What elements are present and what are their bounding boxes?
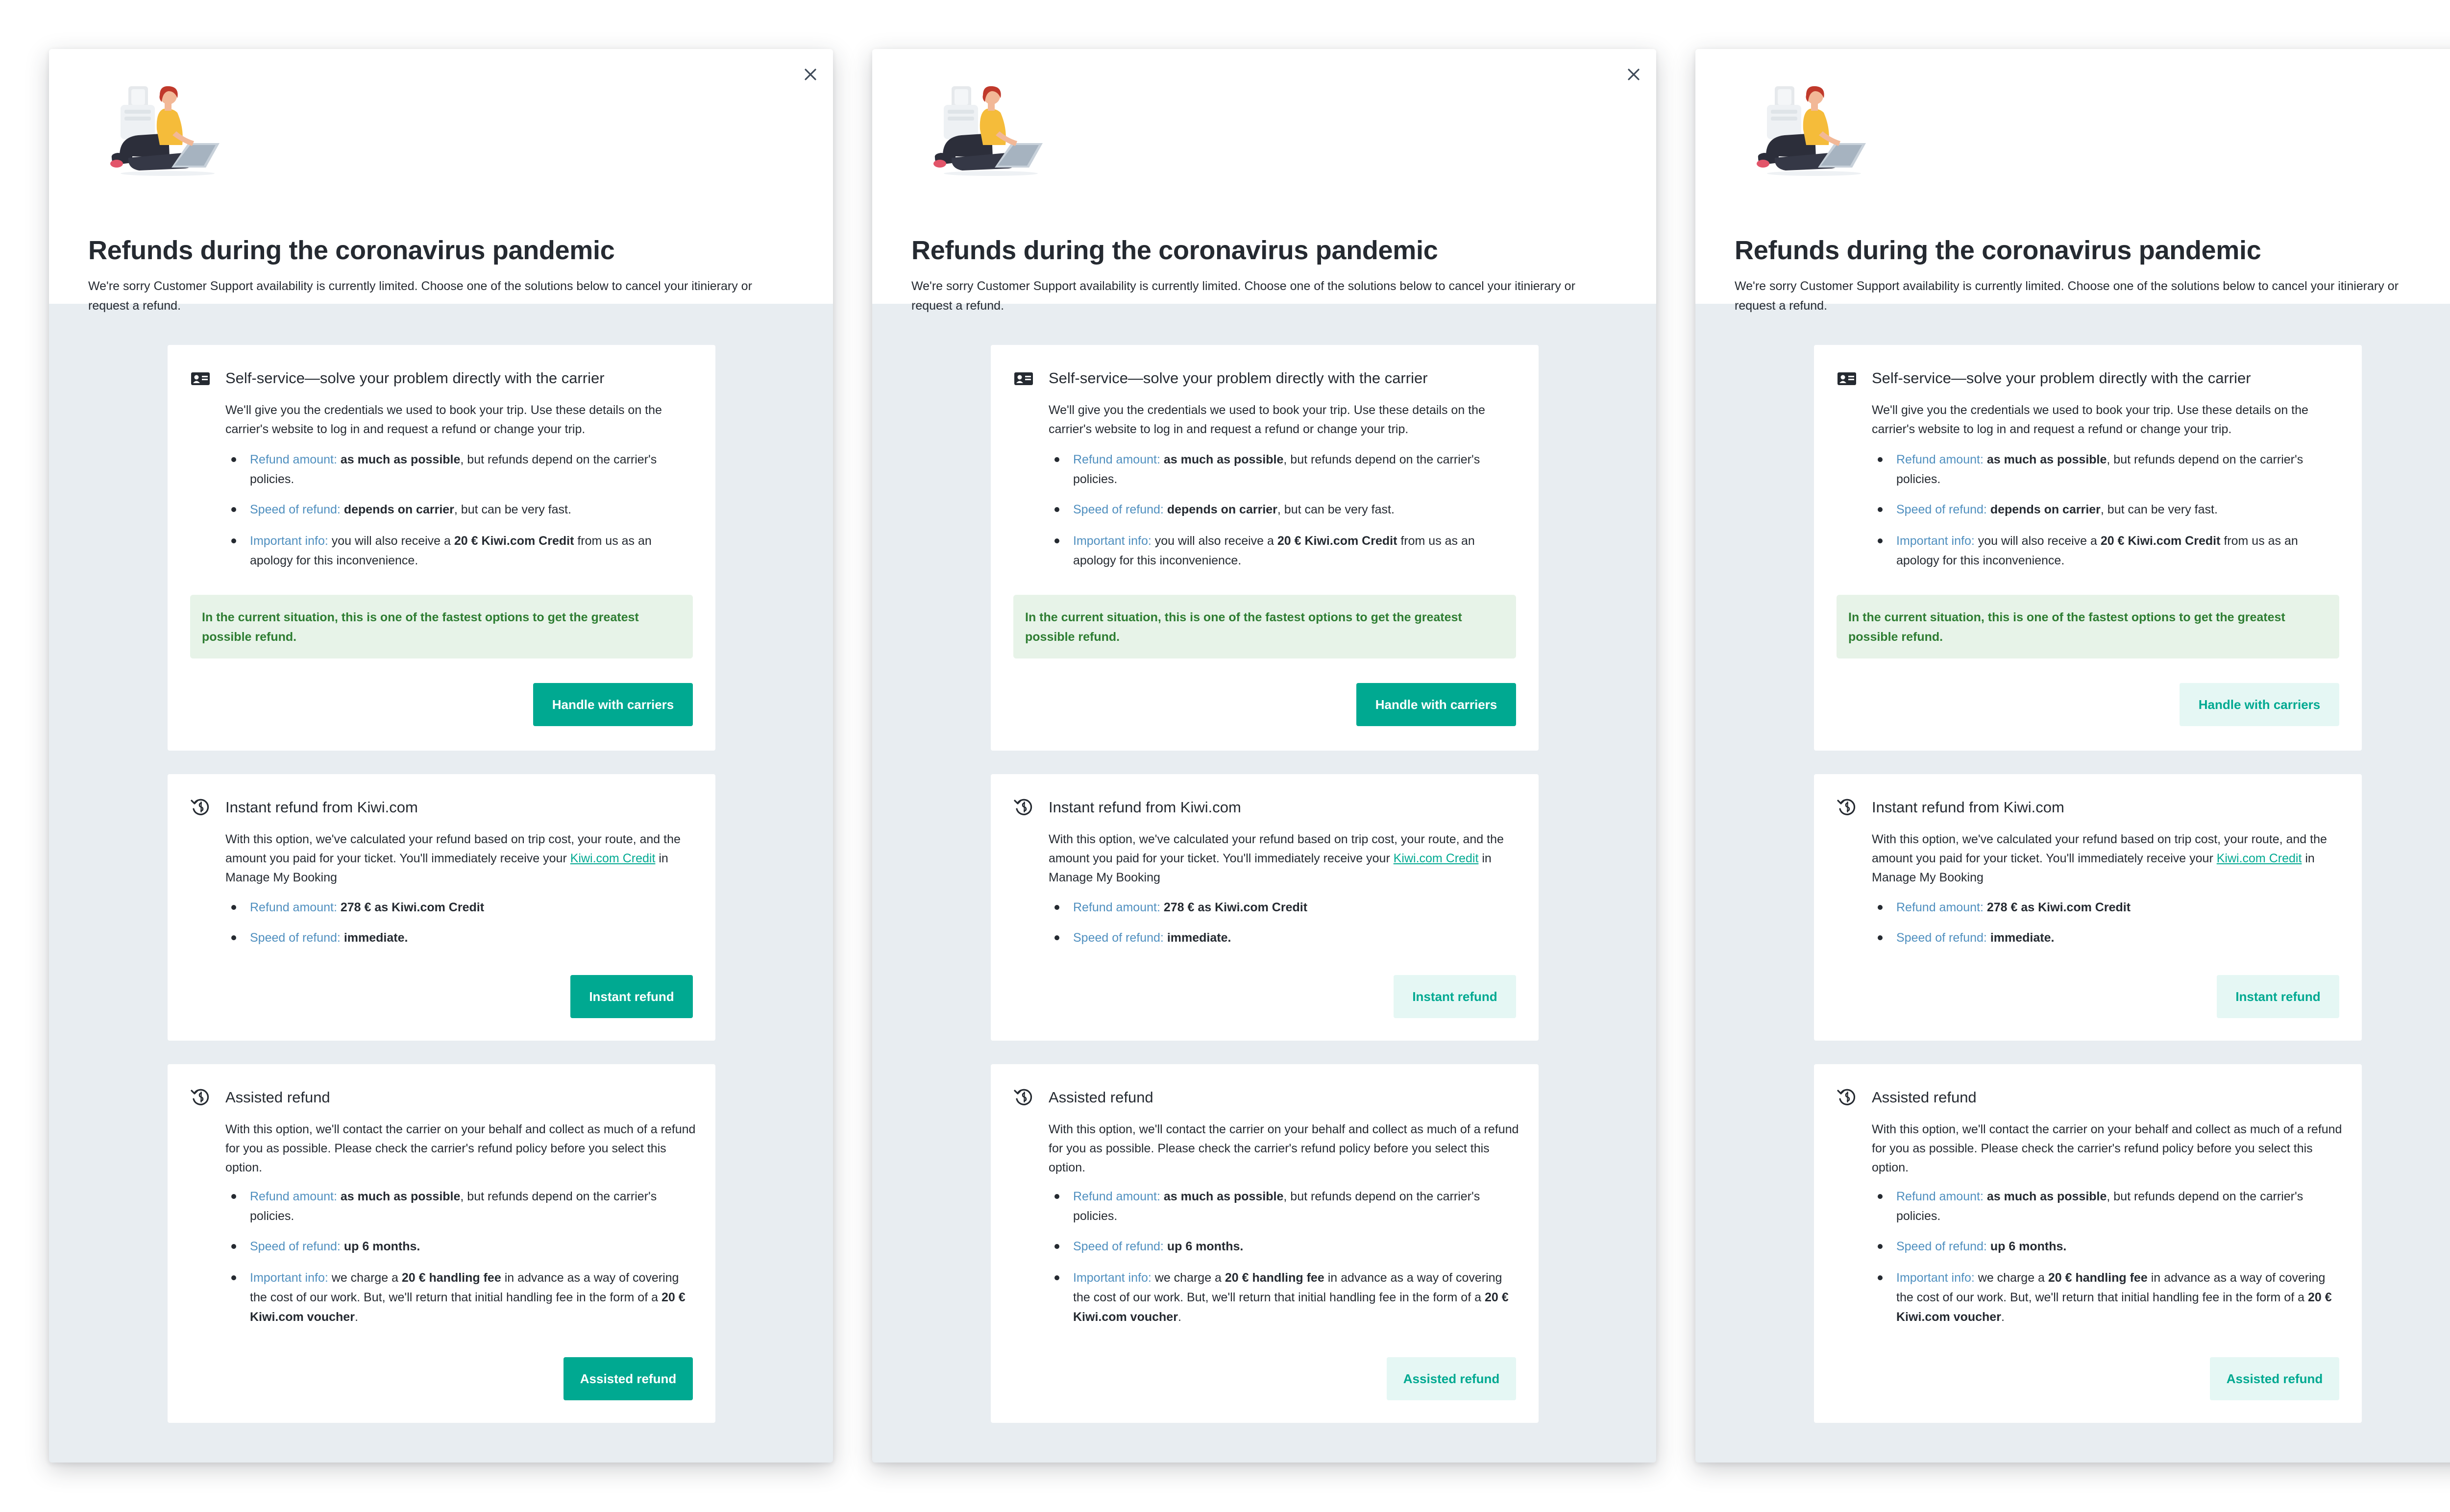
page-title: Refunds during the coronavirus pandemic xyxy=(1735,236,2261,265)
page-title: Refunds during the coronavirus pandemic xyxy=(88,236,615,265)
self-service-description: We'll give you the credentials we used t… xyxy=(225,403,662,436)
list-item: Important info: you will also receive a … xyxy=(231,531,696,570)
instant-refund-title: Instant refund from Kiwi.com xyxy=(1049,799,1241,816)
close-icon[interactable] xyxy=(801,65,820,84)
handle-with-carriers-button[interactable]: Handle with carriers xyxy=(533,683,693,726)
instant-refund-card: Instant refund from Kiwi.com With this o… xyxy=(991,774,1539,1041)
list-item: Important info: we charge a 20 € handlin… xyxy=(1054,1268,1519,1327)
self-service-title: Self-service—solve your problem directly… xyxy=(225,369,605,387)
fastest-option-alert: In the current situation, this is one of… xyxy=(1837,595,2339,658)
list-item: Speed of refund: immediate. xyxy=(1878,928,2342,948)
list-item: Refund amount: as much as possible, but … xyxy=(1054,1187,1519,1226)
assisted-refund-description: With this option, we'll contact the carr… xyxy=(225,1122,696,1174)
instant-refund-button[interactable]: Instant refund xyxy=(2217,975,2339,1018)
list-item: Speed of refund: up 6 months. xyxy=(231,1237,696,1256)
refund-clock-icon xyxy=(1837,1089,1856,1105)
assisted-refund-button[interactable]: Assisted refund xyxy=(2210,1357,2339,1400)
handle-with-carriers-button[interactable]: Handle with carriers xyxy=(1356,683,1516,726)
kiwi-credit-link[interactable]: Kiwi.com Credit xyxy=(1394,852,1479,865)
refund-clock-icon xyxy=(1014,1089,1032,1105)
list-item: Refund amount: 278 € as Kiwi.com Credit xyxy=(1054,898,1519,917)
modal-header: Refunds during the coronavirus pandemic … xyxy=(1695,49,2450,313)
assisted-refund-title: Assisted refund xyxy=(225,1089,330,1106)
id-card-icon xyxy=(1838,372,1856,385)
instant-refund-button[interactable]: Instant refund xyxy=(570,975,693,1018)
list-item: Speed of refund: immediate. xyxy=(231,928,696,948)
self-service-description: We'll give you the credentials we used t… xyxy=(1049,403,1485,436)
list-item: Important info: you will also receive a … xyxy=(1054,531,1519,570)
modal-header: Refunds during the coronavirus pandemic … xyxy=(872,49,1656,313)
list-item: Speed of refund: depends on carrier, but… xyxy=(231,500,696,519)
list-item: Speed of refund: up 6 months. xyxy=(1878,1237,2342,1256)
list-item: Refund amount: as much as possible, but … xyxy=(231,1187,696,1226)
kiwi-credit-link[interactable]: Kiwi.com Credit xyxy=(2217,852,2302,865)
refund-options-modal-3: Refunds during the coronavirus pandemic … xyxy=(1695,49,2450,1463)
id-card-icon xyxy=(191,372,210,385)
instant-refund-card: Instant refund from Kiwi.com With this o… xyxy=(1814,774,2362,1041)
refund-options-modal-2: Refunds during the coronavirus pandemic … xyxy=(872,49,1656,1463)
list-item: Important info: we charge a 20 € handlin… xyxy=(231,1268,696,1327)
handle-with-carriers-button[interactable]: Handle with carriers xyxy=(2180,683,2339,726)
assisted-refund-card: Assisted refund With this option, we'll … xyxy=(168,1064,715,1423)
woman-with-laptop-illustration xyxy=(1757,86,1866,176)
list-item: Refund amount: as much as possible, but … xyxy=(1878,1187,2342,1226)
fastest-option-alert: In the current situation, this is one of… xyxy=(190,595,693,658)
self-service-card: Self-service—solve your problem directly… xyxy=(1814,345,2362,751)
woman-with-laptop-illustration xyxy=(933,86,1043,176)
list-item: Speed of refund: up 6 months. xyxy=(1054,1237,1519,1256)
list-item: Important info: we charge a 20 € handlin… xyxy=(1878,1268,2342,1327)
self-service-card: Self-service—solve your problem directly… xyxy=(991,345,1539,751)
assisted-refund-title: Assisted refund xyxy=(1872,1089,1977,1106)
list-item: Refund amount: as much as possible, but … xyxy=(1054,450,1519,489)
assisted-refund-button[interactable]: Assisted refund xyxy=(564,1357,693,1400)
list-item: Speed of refund: depends on carrier, but… xyxy=(1054,500,1519,519)
self-service-title: Self-service—solve your problem directly… xyxy=(1872,369,2251,387)
instant-refund-description: With this option, we've calculated your … xyxy=(1872,832,2327,884)
instant-refund-description: With this option, we've calculated your … xyxy=(1049,832,1504,884)
refund-clock-icon xyxy=(1014,799,1032,815)
assisted-refund-card: Assisted refund With this option, we'll … xyxy=(1814,1064,2362,1423)
page-subtitle: We're sorry Customer Support availabilit… xyxy=(1735,279,2399,313)
refund-options-modal-1: Refunds during the coronavirus pandemic … xyxy=(49,49,833,1463)
refund-clock-icon xyxy=(191,1089,209,1105)
list-item: Refund amount: as much as possible, but … xyxy=(231,450,696,489)
self-service-title: Self-service—solve your problem directly… xyxy=(1049,369,1428,387)
instant-refund-button[interactable]: Instant refund xyxy=(1394,975,1516,1018)
list-item: Refund amount: 278 € as Kiwi.com Credit xyxy=(1878,898,2342,917)
list-item: Speed of refund: immediate. xyxy=(1054,928,1519,948)
assisted-refund-title: Assisted refund xyxy=(1049,1089,1153,1106)
kiwi-credit-link[interactable]: Kiwi.com Credit xyxy=(570,852,656,865)
self-service-card: Self-service—solve your problem directly… xyxy=(168,345,715,751)
woman-with-laptop-illustration xyxy=(110,86,220,176)
instant-refund-title: Instant refund from Kiwi.com xyxy=(225,799,418,816)
instant-refund-title: Instant refund from Kiwi.com xyxy=(1872,799,2064,816)
refund-clock-icon xyxy=(191,799,209,815)
instant-refund-description: With this option, we've calculated your … xyxy=(225,832,681,884)
page-subtitle: We're sorry Customer Support availabilit… xyxy=(911,279,1575,313)
list-item: Speed of refund: depends on carrier, but… xyxy=(1878,500,2342,519)
close-icon[interactable] xyxy=(1624,65,1643,84)
modal-header: Refunds during the coronavirus pandemic … xyxy=(49,49,833,313)
refund-clock-icon xyxy=(1837,799,1856,815)
id-card-icon xyxy=(1014,372,1033,385)
close-icon[interactable] xyxy=(2447,65,2450,84)
list-item: Important info: you will also receive a … xyxy=(1878,531,2342,570)
assisted-refund-description: With this option, we'll contact the carr… xyxy=(1872,1122,2342,1174)
list-item: Refund amount: 278 € as Kiwi.com Credit xyxy=(231,898,696,917)
assisted-refund-description: With this option, we'll contact the carr… xyxy=(1049,1122,1519,1174)
page-title: Refunds during the coronavirus pandemic xyxy=(911,236,1438,265)
page-subtitle: We're sorry Customer Support availabilit… xyxy=(88,279,752,313)
list-item: Refund amount: as much as possible, but … xyxy=(1878,450,2342,489)
assisted-refund-button[interactable]: Assisted refund xyxy=(1387,1357,1516,1400)
self-service-description: We'll give you the credentials we used t… xyxy=(1872,403,2308,436)
assisted-refund-card: Assisted refund With this option, we'll … xyxy=(991,1064,1539,1423)
fastest-option-alert: In the current situation, this is one of… xyxy=(1013,595,1516,658)
instant-refund-card: Instant refund from Kiwi.com With this o… xyxy=(168,774,715,1041)
